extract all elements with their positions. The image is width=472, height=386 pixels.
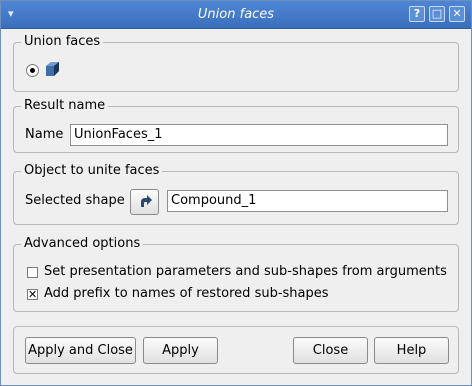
window-title: Union faces (197, 7, 275, 22)
union-option-radio[interactable] (26, 64, 39, 77)
titlebar[interactable]: ▾ Union faces ? □ ✕ (1, 1, 471, 29)
close-window-button[interactable]: ✕ (449, 6, 465, 22)
selected-shape-input[interactable]: Compound_1 (167, 190, 448, 212)
add-prefix-checkbox[interactable]: ✕ (27, 289, 38, 300)
maximize-button[interactable]: □ (429, 6, 445, 22)
add-prefix-label[interactable]: Add prefix to names of restored sub-shap… (44, 286, 329, 302)
union-faces-dialog: ▾ Union faces ? □ ✕ Union faces Result n… (0, 0, 472, 386)
help-button[interactable]: Help (374, 337, 449, 364)
box-shape-icon[interactable] (44, 61, 61, 78)
help-title-button[interactable]: ? (409, 6, 425, 22)
presentation-params-checkbox[interactable] (27, 267, 38, 278)
selected-shape-label: Selected shape (25, 193, 125, 208)
object-group-title: Object to unite faces (21, 163, 163, 179)
apply-button[interactable]: Apply (143, 337, 218, 364)
name-input[interactable]: UnionFaces_1 (70, 124, 448, 146)
select-shape-button[interactable] (130, 189, 159, 215)
advanced-options-title: Advanced options (21, 236, 144, 252)
close-button[interactable]: Close (293, 337, 368, 364)
presentation-params-label[interactable]: Set presentation parameters and sub-shap… (44, 264, 447, 280)
result-name-group-title: Result name (21, 98, 109, 114)
arrow-select-icon (140, 195, 152, 207)
union-faces-group-title: Union faces (21, 34, 104, 50)
radio-selected-dot (30, 68, 35, 73)
name-label: Name (25, 127, 64, 142)
apply-and-close-button[interactable]: Apply and Close (25, 337, 136, 364)
